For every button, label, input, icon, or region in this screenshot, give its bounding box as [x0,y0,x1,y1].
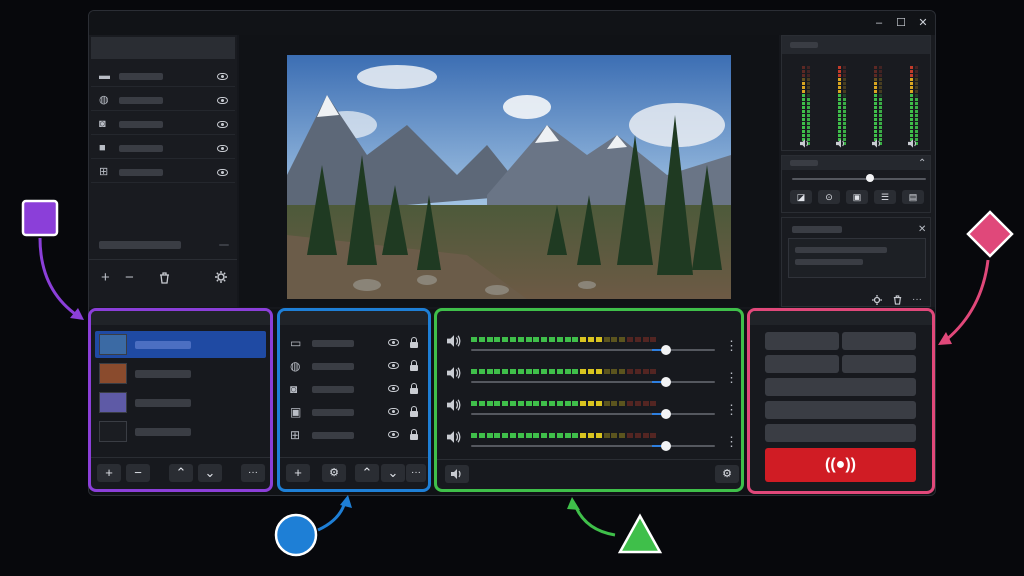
square-arrow [38,237,79,318]
annotation-overlay [21,199,1014,557]
circle-marker [274,513,318,557]
circle-arrow [317,501,347,532]
triangle-arrow [573,504,616,537]
diamond-arrow [945,259,990,342]
square-marker [21,199,59,237]
diamond-marker [966,210,1014,258]
triangle-marker [617,513,663,554]
